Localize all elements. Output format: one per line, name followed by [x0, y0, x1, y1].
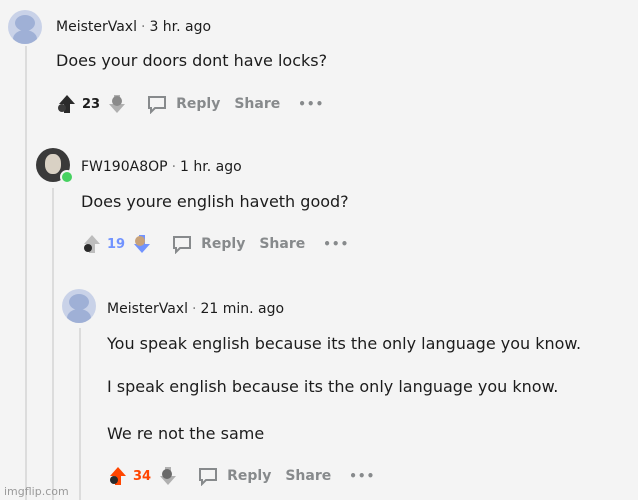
comment-body: Does your doors dont have locks? — [56, 51, 327, 70]
downvote-icon[interactable] — [106, 94, 128, 114]
online-status-icon — [60, 170, 74, 184]
vote-score: 34 — [133, 468, 152, 484]
comment-actions: 19 Reply Share ••• — [81, 231, 349, 257]
comment-line: We re not the same — [107, 424, 265, 443]
comment-meta: FW190A8OP · 1 hr. ago — [81, 159, 242, 175]
vote-score: 23 — [82, 96, 101, 112]
timestamp[interactable]: 3 hr. ago — [149, 19, 211, 35]
timestamp[interactable]: 21 min. ago — [200, 301, 284, 317]
upvote-icon[interactable] — [107, 466, 129, 486]
more-options-button[interactable]: ••• — [298, 97, 324, 111]
comment-actions: 34 Reply Share ••• — [107, 463, 375, 489]
username[interactable]: MeisterVaxl — [56, 19, 137, 35]
separator-dot: · — [191, 301, 197, 317]
reply-icon[interactable] — [146, 94, 168, 115]
comment-line: I speak english because its the only lan… — [107, 377, 559, 396]
user-avatar[interactable] — [62, 289, 96, 323]
share-button[interactable]: Share — [259, 236, 305, 252]
timestamp[interactable]: 1 hr. ago — [180, 159, 242, 175]
comment-actions: 23 Reply Share ••• — [56, 91, 324, 117]
thread-line[interactable] — [25, 46, 27, 500]
vote-score: 19 — [107, 236, 126, 252]
share-button[interactable]: Share — [285, 468, 331, 484]
comment-body-line: You speak english because its the only l… — [107, 334, 581, 353]
username[interactable]: MeisterVaxl — [107, 301, 188, 317]
downvote-icon[interactable] — [131, 234, 153, 254]
comment-meta: MeisterVaxl · 21 min. ago — [107, 301, 284, 317]
reply-icon[interactable] — [171, 234, 193, 255]
comment-body-line: I speak english because its the only lan… — [107, 377, 558, 396]
comment-meta: MeisterVaxl · 3 hr. ago — [56, 19, 211, 35]
reply-button[interactable]: Reply — [201, 236, 245, 252]
comment-line: You speak english because its the only l… — [107, 334, 582, 353]
upvote-icon[interactable] — [56, 94, 78, 114]
separator-dot: · — [140, 19, 146, 35]
comment-line: Does youre english haveth good? — [81, 192, 349, 211]
downvote-icon[interactable] — [157, 466, 179, 486]
thread-line[interactable] — [52, 188, 54, 500]
comment-line: Does your doors dont have locks? — [56, 51, 328, 70]
thread-line[interactable] — [79, 328, 81, 500]
more-options-button[interactable]: ••• — [323, 237, 349, 251]
reply-icon[interactable] — [197, 466, 219, 487]
separator-dot: · — [171, 159, 177, 175]
share-button[interactable]: Share — [234, 96, 280, 112]
comment-body: Does youre english haveth good? — [81, 192, 349, 211]
username[interactable]: FW190A8OP — [81, 159, 168, 175]
reply-button[interactable]: Reply — [227, 468, 271, 484]
more-options-button[interactable]: ••• — [349, 469, 375, 483]
user-avatar[interactable] — [8, 10, 42, 44]
watermark: imgflip.com — [4, 485, 69, 498]
comment-body-line: We re not the same — [107, 424, 264, 443]
reply-button[interactable]: Reply — [176, 96, 220, 112]
upvote-icon[interactable] — [81, 234, 103, 254]
